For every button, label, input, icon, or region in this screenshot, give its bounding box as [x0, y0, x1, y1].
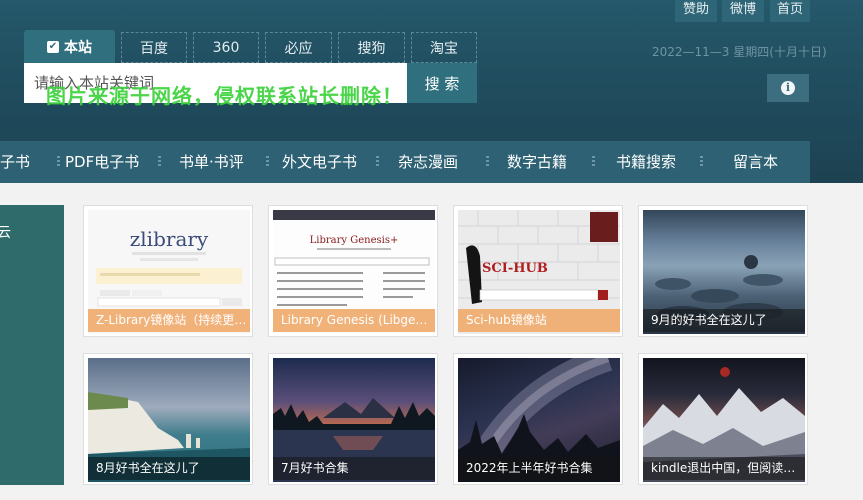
nav-foreign-ebook[interactable]: 外文电子书 [282, 141, 357, 183]
home-link[interactable]: 首页 [770, 0, 810, 22]
tab-site-label: 本站 [64, 39, 92, 56]
card-caption: 2022年上半年好书合集 [458, 457, 620, 480]
sponsor-link[interactable]: 赞助 [675, 0, 717, 22]
nav-book-search[interactable]: 书籍搜索 [616, 141, 676, 183]
nav-ebook[interactable]: 电子书 [0, 141, 30, 183]
card-kindle-exit[interactable]: kindle退出中国，但阅读永远都在 [638, 353, 808, 485]
weibo-link[interactable]: 微博 [722, 0, 764, 22]
card-caption: 7月好书合集 [273, 457, 435, 480]
card-caption: kindle退出中国，但阅读永远都在 [643, 457, 805, 480]
nav-divider [486, 156, 489, 168]
nav-divider [592, 156, 595, 168]
card-caption: Library Genesis (Libgen) 镜像站 [273, 309, 435, 332]
date-text: 2022—11—3 星期四(十月十日) [652, 45, 827, 59]
nav-booklist-review[interactable]: 书单·书评 [179, 141, 244, 183]
tab-baidu[interactable]: 百度 [121, 32, 187, 63]
left-panel-label: 云 [0, 225, 11, 241]
nav-divider [700, 156, 703, 168]
card-caption: 9月的好书全在这儿了 [643, 309, 805, 332]
card-caption: Sci-hub镜像站 [458, 309, 620, 332]
card-2022-h1-books[interactable]: 2022年上半年好书合集 [453, 353, 623, 485]
card-zlibrary[interactable]: zlibrary Z-Library镜像站（持续更新） [83, 205, 253, 337]
search-button[interactable]: 搜 索 [407, 63, 477, 103]
tab-bing[interactable]: 必应 [265, 32, 332, 63]
main-nav: 电子书 PDF电子书 书单·书评 外文电子书 杂志漫画 数字古籍 书籍搜索 留言… [0, 141, 810, 183]
nav-divider [266, 156, 269, 168]
card-scihub[interactable]: SCI-HUB Sci-hub镜像站 [453, 205, 623, 337]
card-caption: Z-Library镜像站（持续更新） [88, 309, 250, 332]
tab-site-search[interactable]: ✔ 本站 [24, 30, 115, 63]
nav-divider [158, 156, 161, 168]
zlibrary-logo: zlibrary [130, 227, 209, 251]
nav-guestbook[interactable]: 留言本 [733, 141, 778, 183]
card-august-books[interactable]: 8月好书全在这儿了 [83, 353, 253, 485]
nav-digital-classics[interactable]: 数字古籍 [507, 141, 567, 183]
nav-divider [57, 156, 60, 168]
card-september-books[interactable]: 9月的好书全在这儿了 [638, 205, 808, 337]
nav-magazine-comic[interactable]: 杂志漫画 [398, 141, 458, 183]
card-caption: 8月好书全在这儿了 [88, 457, 250, 480]
tab-360[interactable]: 360 [193, 32, 259, 63]
nav-pdf-ebook[interactable]: PDF电子书 [65, 141, 139, 183]
tab-sogou[interactable]: 搜狗 [338, 32, 405, 63]
info-icon: i [781, 81, 795, 95]
nav-divider [376, 156, 379, 168]
left-side-panel: 云 [0, 205, 64, 485]
scihub-logo: SCI-HUB [482, 261, 548, 276]
info-button[interactable]: i [767, 74, 809, 102]
libgen-logo: Library Genesis+ [310, 235, 399, 246]
tab-taobao[interactable]: 淘宝 [411, 32, 477, 63]
copyright-watermark: 图片来源于网络，侵权联系站长删除！ [46, 84, 403, 108]
checkbox-icon: ✔ [47, 40, 59, 53]
card-july-books[interactable]: 7月好书合集 [268, 353, 438, 485]
card-libgen[interactable]: Library Genesis+ Library Genesis (Libgen… [268, 205, 438, 337]
